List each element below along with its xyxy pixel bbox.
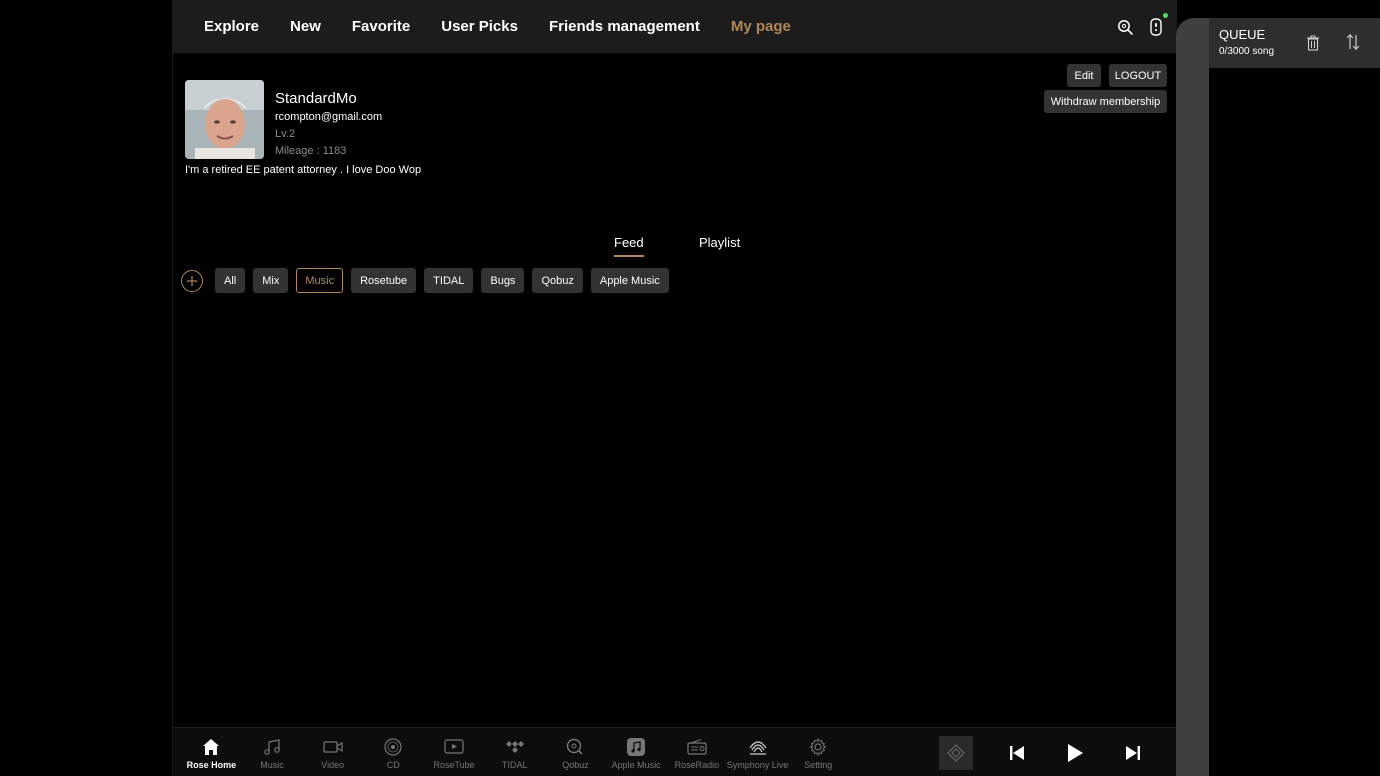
bottom-nav-label: Symphony Live [726, 760, 789, 770]
tab-friends-management[interactable]: Friends management [549, 18, 700, 35]
player-controls [939, 728, 1177, 776]
bottom-nav-label: Music [260, 760, 284, 770]
symphony-icon [748, 737, 768, 757]
nav-tabs: Explore New Favorite User Picks Friends … [204, 18, 822, 35]
rosetube-icon [444, 737, 464, 757]
feed-filters: All Mix Music Rosetube TIDAL Bugs Qobuz … [181, 268, 677, 293]
bottom-nav-label: RoseRadio [674, 760, 720, 770]
bottom-nav-symphony-live[interactable]: Symphony Live [727, 728, 788, 776]
search-button[interactable] [1115, 17, 1135, 37]
bottom-nav-label: Video [321, 760, 345, 770]
profile-info: StandardMo rcompton@gmail.com Lv.2 Milea… [275, 90, 675, 157]
filter-chip-bugs[interactable]: Bugs [481, 268, 525, 293]
filter-chip-all[interactable]: All [215, 268, 246, 293]
withdraw-membership-button[interactable]: Withdraw membership [1044, 90, 1167, 113]
radio-icon [687, 737, 707, 757]
bottom-nav-rose-home[interactable]: Rose Home [181, 728, 242, 776]
bottom-nav-label: Setting [804, 760, 833, 770]
video-icon [323, 737, 343, 757]
bottom-navigation: Rose Home Music Video CD RoseTube TIDAL … [181, 728, 849, 776]
qobuz-icon [565, 737, 585, 757]
next-track-icon [1126, 745, 1140, 760]
bottom-nav-cd[interactable]: CD [363, 728, 424, 776]
delete-queue-button[interactable] [1304, 34, 1322, 52]
filter-chip-qobuz[interactable]: Qobuz [532, 268, 583, 293]
bottom-nav-rosetube[interactable]: RoseTube [424, 728, 485, 776]
previous-button[interactable] [1003, 739, 1031, 767]
bottom-nav-music[interactable]: Music [242, 728, 303, 776]
music-note-icon [262, 737, 282, 757]
bottom-nav-roseradio[interactable]: RoseRadio [667, 728, 728, 776]
bottom-nav-label: Apple Music [611, 760, 661, 770]
logout-button[interactable]: LOGOUT [1109, 64, 1167, 87]
tab-feed[interactable]: Feed [614, 235, 644, 257]
tab-feed-label: Feed [614, 235, 644, 250]
bottom-nav-qobuz[interactable]: Qobuz [545, 728, 606, 776]
previous-track-icon [1010, 745, 1024, 760]
edit-button[interactable]: Edit [1067, 64, 1101, 87]
bottom-nav-label: CD [386, 760, 400, 770]
tab-favorite[interactable]: Favorite [352, 18, 410, 35]
next-button[interactable] [1119, 739, 1147, 767]
queue-count: 0/3000 song [1219, 46, 1275, 57]
tab-explore[interactable]: Explore [204, 18, 259, 35]
plus-icon [187, 275, 197, 286]
bottom-nav-setting[interactable]: Setting [788, 728, 849, 776]
main-app: Explore New Favorite User Picks Friends … [172, 0, 1177, 776]
now-playing-thumbnail[interactable] [939, 735, 973, 770]
left-gutter [0, 0, 172, 776]
bottom-nav-label: TIDAL [502, 760, 528, 770]
top-navigation: Explore New Favorite User Picks Friends … [173, 0, 1177, 53]
profile-name: StandardMo [275, 90, 357, 107]
profile-bio: I'm a retired EE patent attorney . I lov… [185, 164, 422, 176]
bottom-nav-label: Qobuz [562, 760, 589, 770]
bottom-nav-video[interactable]: Video [302, 728, 363, 776]
profile-level: Lv.2 [275, 128, 295, 140]
remote-button[interactable] [1146, 12, 1168, 37]
filter-chip-mix[interactable]: Mix [253, 268, 289, 293]
filter-chip-tidal[interactable]: TIDAL [424, 268, 474, 293]
gear-icon [808, 737, 828, 757]
queue-title: QUEUE [1219, 27, 1266, 42]
profile-email: rcompton@gmail.com [275, 111, 383, 123]
tab-my-page[interactable]: My page [731, 18, 791, 35]
tab-user-picks[interactable]: User Picks [441, 18, 518, 35]
top-icons [1115, 0, 1177, 53]
add-button[interactable] [181, 269, 203, 292]
home-icon [201, 737, 221, 757]
tab-playlist[interactable]: Playlist [699, 235, 740, 250]
remote-icon [1150, 17, 1162, 36]
cd-icon [383, 737, 403, 757]
tab-new[interactable]: New [290, 18, 321, 35]
bottom-nav-tidal[interactable]: TIDAL [484, 728, 545, 776]
queue-divider[interactable] [1176, 18, 1210, 776]
bottom-bar: Rose Home Music Video CD RoseTube TIDAL … [173, 727, 1177, 776]
queue-header: QUEUE 0/3000 song [1209, 18, 1380, 68]
filter-chip-rosetube[interactable]: Rosetube [351, 268, 417, 293]
queue-panel: QUEUE 0/3000 song [1209, 18, 1380, 776]
bottom-nav-label: Rose Home [186, 760, 237, 770]
bottom-nav-label: RoseTube [433, 760, 475, 770]
reorder-queue-button[interactable] [1344, 33, 1362, 51]
connection-status-dot [1163, 12, 1168, 18]
trash-icon [1307, 35, 1319, 51]
active-tab-underline [614, 255, 644, 257]
rose-logo-icon [947, 743, 965, 762]
apple-music-icon [626, 737, 646, 757]
search-icon [1118, 19, 1133, 35]
filter-chip-apple-music[interactable]: Apple Music [590, 268, 669, 293]
avatar [185, 80, 264, 159]
play-button[interactable] [1061, 739, 1089, 767]
tidal-icon [505, 737, 525, 757]
profile-mileage: Mileage : 1183 [275, 145, 347, 157]
play-icon [1068, 743, 1083, 762]
filter-chip-music[interactable]: Music [296, 268, 344, 293]
bottom-nav-apple-music[interactable]: Apple Music [606, 728, 667, 776]
sort-arrows-icon [1346, 33, 1360, 51]
